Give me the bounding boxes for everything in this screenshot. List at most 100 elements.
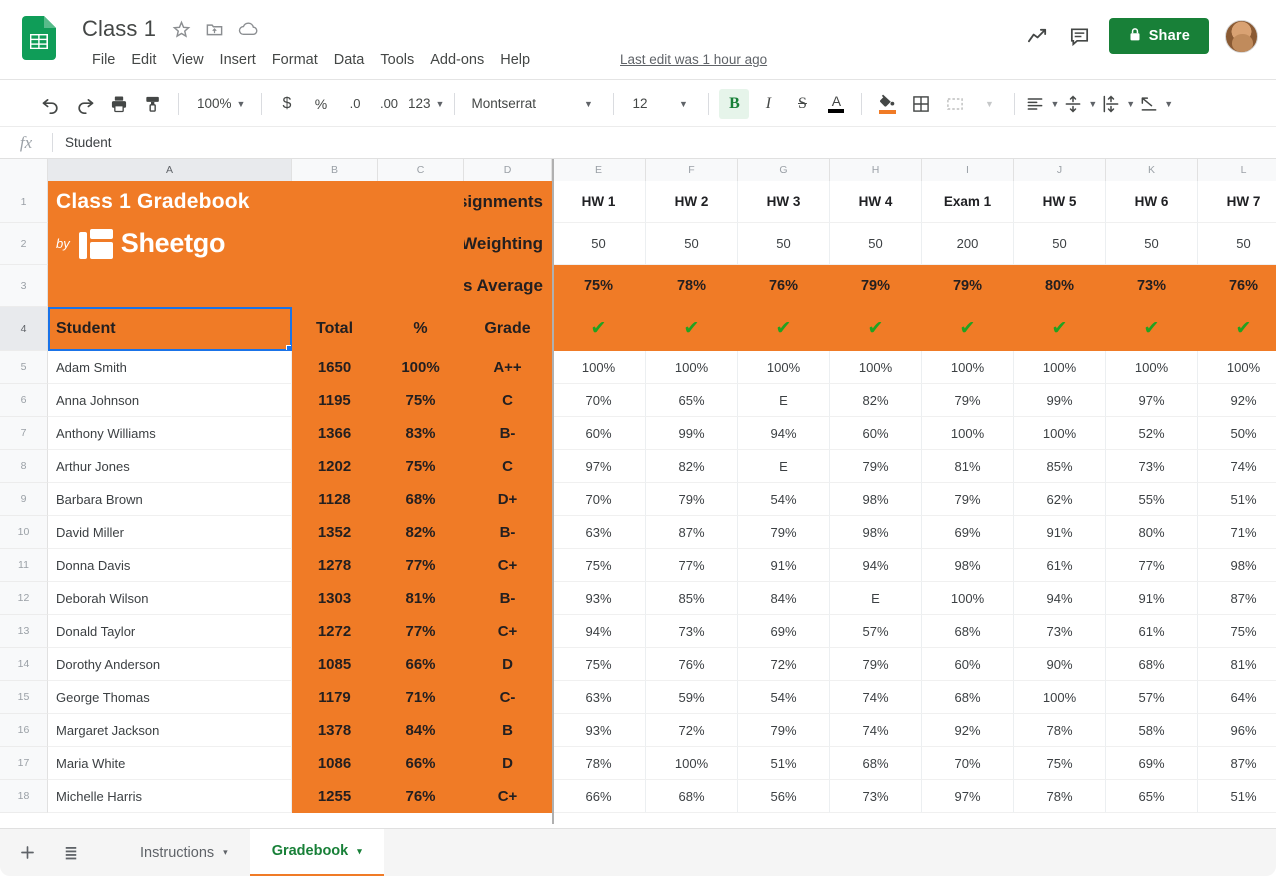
column-header-b[interactable]: B [292, 159, 378, 181]
score-cell-exam-1[interactable]: 60% [922, 648, 1014, 681]
merge-cells-icon[interactable] [940, 89, 970, 119]
student-name-cell[interactable]: Michelle Harris [48, 780, 292, 813]
score-cell-hw-6[interactable]: 80% [1106, 516, 1198, 549]
row-header-12[interactable]: 12 [0, 582, 48, 615]
score-cell-exam-1[interactable]: 97% [922, 780, 1014, 813]
score-cell-hw-6[interactable]: 58% [1106, 714, 1198, 747]
font-family-selector[interactable]: Montserrat [465, 89, 569, 119]
score-cell-hw-3[interactable]: 79% [738, 714, 830, 747]
decrease-decimal-button[interactable]: .0 [340, 89, 370, 119]
score-cell-hw-3[interactable]: 51% [738, 747, 830, 780]
trending-up-icon[interactable] [1025, 23, 1051, 49]
score-cell-exam-1[interactable]: 68% [922, 681, 1014, 714]
cell-d3-class-average-label[interactable]: Class Average [464, 265, 552, 307]
cell-f4-status[interactable]: ✔ [646, 307, 738, 351]
score-cell-hw-3[interactable]: 54% [738, 681, 830, 714]
font-size-selector[interactable]: 12 [624, 89, 664, 119]
total-cell[interactable]: 1195 [292, 384, 378, 417]
score-cell-hw-2[interactable]: 82% [646, 450, 738, 483]
cell-l2-weighting[interactable]: 50 [1198, 223, 1276, 265]
grade-cell[interactable]: C- [464, 681, 552, 714]
score-cell-hw-4[interactable]: 79% [830, 450, 922, 483]
score-cell-exam-1[interactable]: 70% [922, 747, 1014, 780]
score-cell-hw-4[interactable]: 60% [830, 417, 922, 450]
cell-i4-status[interactable]: ✔ [922, 307, 1014, 351]
score-cell-hw-5[interactable]: 99% [1014, 384, 1106, 417]
score-cell-hw-7[interactable]: 87% [1198, 747, 1276, 780]
cell-c2[interactable] [378, 223, 464, 265]
score-cell-hw-5[interactable]: 73% [1014, 615, 1106, 648]
score-cell-hw-4[interactable]: 98% [830, 483, 922, 516]
student-name-cell[interactable]: Adam Smith [48, 351, 292, 384]
score-cell-hw-3[interactable]: 72% [738, 648, 830, 681]
score-cell-hw-5[interactable]: 75% [1014, 747, 1106, 780]
google-sheets-icon[interactable] [22, 16, 56, 60]
column-header-j[interactable]: J [1014, 159, 1106, 181]
column-header-l[interactable]: L [1198, 159, 1276, 181]
cell-g4-status[interactable]: ✔ [738, 307, 830, 351]
score-cell-hw-5[interactable]: 61% [1014, 549, 1106, 582]
menu-file[interactable]: File [84, 50, 123, 70]
cell-h2-weighting[interactable]: 50 [830, 223, 922, 265]
score-cell-hw-4[interactable]: 74% [830, 681, 922, 714]
grade-cell[interactable]: B- [464, 417, 552, 450]
percent-cell[interactable]: 66% [378, 648, 464, 681]
cell-l4-status[interactable]: ✔ [1198, 307, 1276, 351]
score-cell-hw-7[interactable]: 51% [1198, 483, 1276, 516]
total-cell[interactable]: 1303 [292, 582, 378, 615]
menu-insert[interactable]: Insert [212, 50, 264, 70]
cell-k1-assignment-name[interactable]: HW 6 [1106, 181, 1198, 223]
percent-cell[interactable]: 100% [378, 351, 464, 384]
column-header-c[interactable]: C [378, 159, 464, 181]
percent-cell[interactable]: 84% [378, 714, 464, 747]
column-header-f[interactable]: F [646, 159, 738, 181]
score-cell-hw-2[interactable]: 76% [646, 648, 738, 681]
score-cell-hw-6[interactable]: 55% [1106, 483, 1198, 516]
score-cell-hw-3[interactable]: E [738, 384, 830, 417]
strikethrough-button[interactable]: S [787, 89, 817, 119]
cell-d2-weighting-label[interactable]: Weighting [464, 223, 552, 265]
score-cell-exam-1[interactable]: 68% [922, 615, 1014, 648]
menu-view[interactable]: View [164, 50, 211, 70]
percent-cell[interactable]: 75% [378, 384, 464, 417]
score-cell-hw-6[interactable]: 61% [1106, 615, 1198, 648]
score-cell-hw-7[interactable]: 74% [1198, 450, 1276, 483]
bold-button[interactable]: B [719, 89, 749, 119]
merge-cells-caret[interactable]: ▼ [974, 89, 1004, 119]
grade-cell[interactable]: B- [464, 516, 552, 549]
row-header-13[interactable]: 13 [0, 615, 48, 648]
cell-k4-status[interactable]: ✔ [1106, 307, 1198, 351]
score-cell-hw-2[interactable]: 79% [646, 483, 738, 516]
text-rotation-icon[interactable]: ▼ [1139, 89, 1173, 119]
score-cell-hw-6[interactable]: 68% [1106, 648, 1198, 681]
score-cell-hw-2[interactable]: 85% [646, 582, 738, 615]
score-cell-hw-1[interactable]: 97% [552, 450, 646, 483]
score-cell-hw-3[interactable]: 84% [738, 582, 830, 615]
row-header-5[interactable]: 5 [0, 351, 48, 384]
score-cell-hw-5[interactable]: 94% [1014, 582, 1106, 615]
column-header-i[interactable]: I [922, 159, 1014, 181]
plus-icon[interactable] [10, 836, 44, 870]
italic-button[interactable]: I [753, 89, 783, 119]
formula-input[interactable]: Student [53, 135, 112, 150]
score-cell-hw-4[interactable]: 94% [830, 549, 922, 582]
score-cell-hw-2[interactable]: 68% [646, 780, 738, 813]
percent-format-button[interactable]: % [306, 89, 336, 119]
cell-i1-assignment-name[interactable]: Exam 1 [922, 181, 1014, 223]
total-cell[interactable]: 1650 [292, 351, 378, 384]
score-cell-hw-4[interactable]: 98% [830, 516, 922, 549]
student-name-cell[interactable]: Donald Taylor [48, 615, 292, 648]
horizontal-align-icon[interactable]: ▼ [1025, 89, 1059, 119]
score-cell-hw-4[interactable]: 79% [830, 648, 922, 681]
cell-l3-class-average[interactable]: 76% [1198, 265, 1276, 307]
print-icon[interactable] [104, 89, 134, 119]
student-name-cell[interactable]: Donna Davis [48, 549, 292, 582]
score-cell-hw-6[interactable]: 91% [1106, 582, 1198, 615]
score-cell-hw-7[interactable]: 92% [1198, 384, 1276, 417]
column-header-e[interactable]: E [552, 159, 646, 181]
row-header-14[interactable]: 14 [0, 648, 48, 681]
score-cell-hw-5[interactable]: 100% [1014, 681, 1106, 714]
score-cell-hw-6[interactable]: 97% [1106, 384, 1198, 417]
percent-cell[interactable]: 77% [378, 615, 464, 648]
total-cell[interactable]: 1378 [292, 714, 378, 747]
